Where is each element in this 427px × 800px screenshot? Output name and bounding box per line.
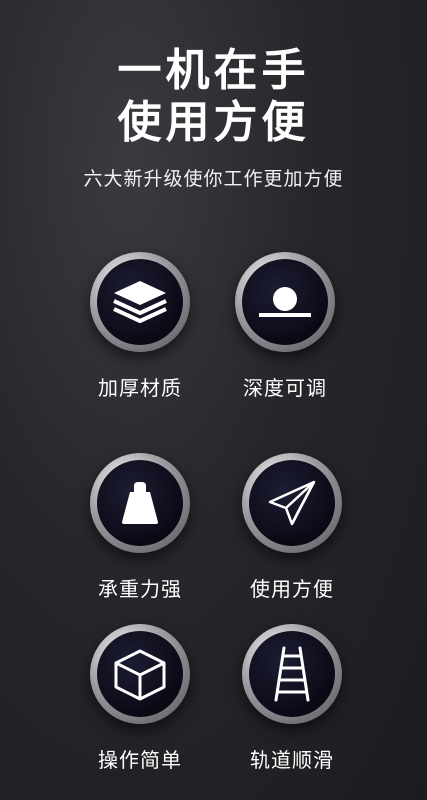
feature-badge bbox=[242, 453, 342, 553]
feature-label: 深度可调 bbox=[243, 376, 327, 400]
feature-label: 操作简单 bbox=[98, 748, 182, 772]
ball-on-line-icon bbox=[259, 287, 311, 317]
subtitle: 六大新升级使你工作更加方便 bbox=[83, 168, 344, 190]
feature-label: 轨道顺滑 bbox=[250, 748, 334, 772]
feature-adjustable-depth: 深度可调 bbox=[205, 252, 365, 401]
feature-simple-operation: 操作简单 bbox=[60, 624, 220, 773]
headline-line-2: 使用方便 bbox=[117, 97, 310, 148]
feature-label: 承重力强 bbox=[98, 577, 182, 601]
feature-easy-use: 使用方便 bbox=[212, 453, 372, 602]
cube-icon bbox=[114, 649, 166, 701]
feature-strong-load: 承重力强 bbox=[60, 453, 220, 602]
feature-badge bbox=[90, 624, 190, 724]
paper-plane-icon bbox=[268, 480, 316, 526]
feature-label: 使用方便 bbox=[250, 577, 334, 601]
headline-line-1: 一机在手 bbox=[117, 45, 310, 96]
weight-icon bbox=[122, 482, 158, 524]
feature-badge bbox=[90, 252, 190, 352]
layers-icon bbox=[113, 281, 167, 323]
feature-badge bbox=[242, 624, 342, 724]
feature-label: 加厚材质 bbox=[98, 376, 182, 400]
feature-thick-material: 加厚材质 bbox=[60, 252, 220, 401]
ladder-icon bbox=[274, 646, 310, 702]
feature-badge bbox=[90, 453, 190, 553]
feature-smooth-track: 轨道顺滑 bbox=[212, 624, 372, 773]
feature-badge bbox=[235, 252, 335, 352]
